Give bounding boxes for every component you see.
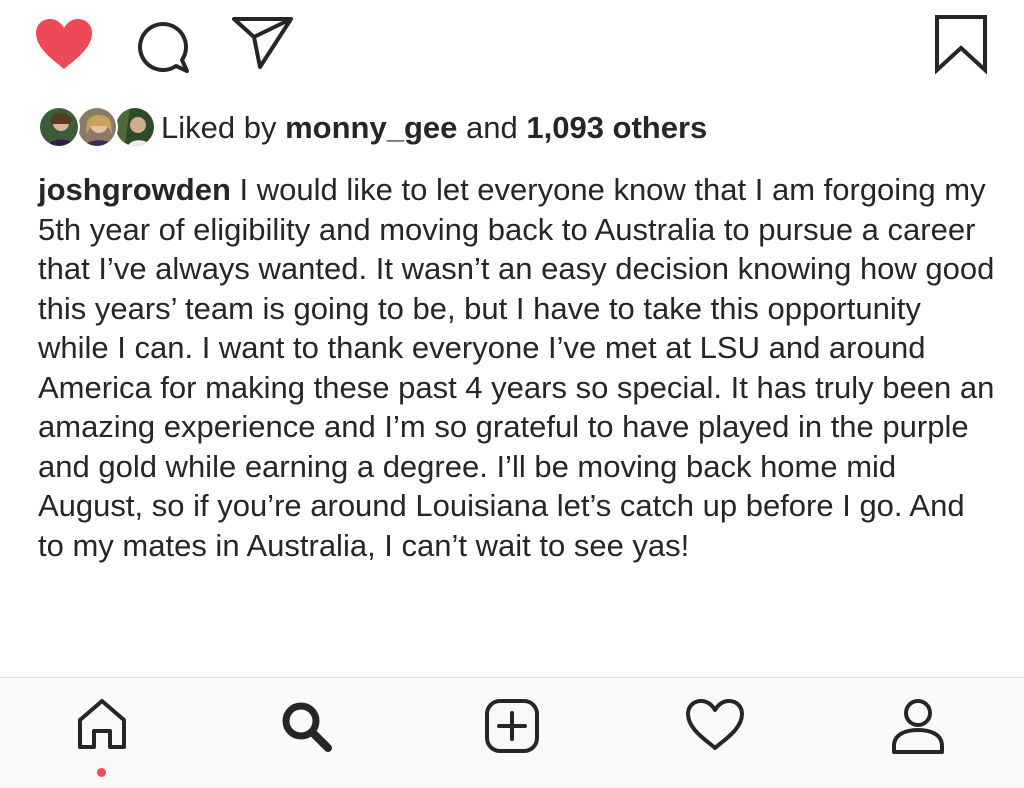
avatar <box>114 106 156 148</box>
liked-by-connector: and <box>466 110 518 145</box>
liked-by-others-link[interactable]: 1,093 others <box>526 110 707 145</box>
add-post-icon <box>485 699 539 753</box>
caption-username-link[interactable]: joshgrowden <box>38 172 231 207</box>
home-icon <box>78 699 126 749</box>
search-icon <box>282 702 332 752</box>
post-actions-bar <box>0 0 1024 90</box>
caption-text: I would like to let everyone know that I… <box>38 172 995 563</box>
tab-profile[interactable] <box>878 696 958 776</box>
liked-by-user-link[interactable]: monny_gee <box>285 110 457 145</box>
instagram-post: Liked by monny_gee and 1,093 others josh… <box>0 0 1024 788</box>
bookmark-icon[interactable] <box>933 14 989 74</box>
activity-heart-icon <box>686 699 744 750</box>
liker-avatars <box>38 105 156 151</box>
liked-by-prefix: Liked by <box>161 110 277 145</box>
liked-by-row[interactable]: Liked by monny_gee and 1,093 others <box>38 103 707 153</box>
tab-search[interactable] <box>266 696 346 776</box>
avatar <box>76 106 118 148</box>
avatar <box>38 106 80 148</box>
post-caption: joshgrowden I would like to let everyone… <box>38 170 998 565</box>
heart-filled-icon[interactable] <box>33 16 95 72</box>
profile-icon <box>892 699 944 754</box>
liked-by-text: Liked by monny_gee and 1,093 others <box>161 110 707 146</box>
tab-home[interactable] <box>62 696 142 777</box>
notification-dot <box>97 768 106 777</box>
paper-plane-icon[interactable] <box>230 14 296 72</box>
speech-bubble-icon[interactable] <box>133 16 195 74</box>
tab-activity[interactable] <box>675 696 755 776</box>
tab-new-post[interactable] <box>472 696 552 776</box>
bottom-tab-bar <box>0 677 1024 788</box>
